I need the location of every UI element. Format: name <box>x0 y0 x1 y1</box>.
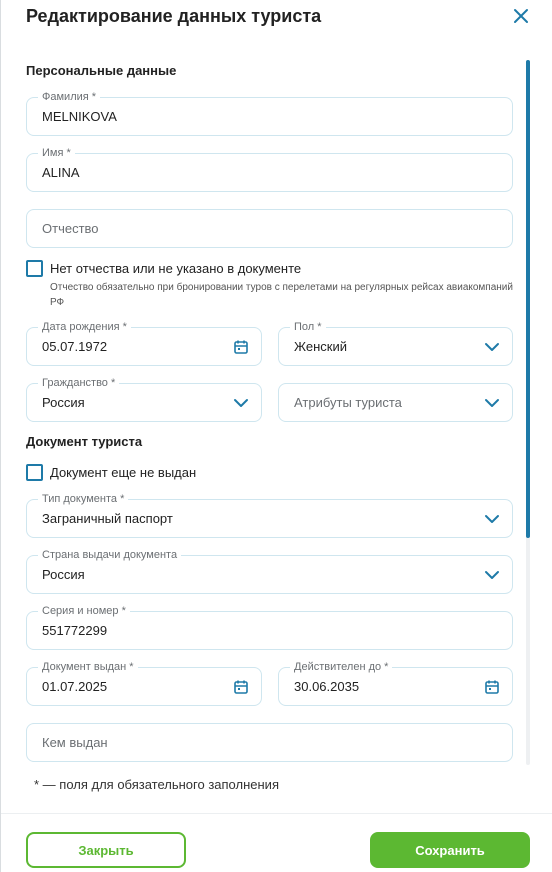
surname-value: MELNIKOVA <box>42 109 117 124</box>
issue-country-select[interactable]: Страна выдачи документа Россия <box>26 549 513 594</box>
no-patronymic-label: Нет отчества или не указано в документе <box>50 261 302 276</box>
edit-tourist-modal: Редактирование данных туриста Персональн… <box>0 0 552 872</box>
document-not-issued-label: Документ еще не выдан <box>50 465 197 480</box>
issued-date-field[interactable]: Документ выдан * 01.07.2025 <box>26 661 262 706</box>
valid-until-value: 30.06.2035 <box>294 679 360 694</box>
chevron-down-icon <box>484 511 500 527</box>
birth-date-label: Дата рождения * <box>38 321 131 333</box>
footer-divider <box>1 813 552 814</box>
tourist-attributes-placeholder: Атрибуты туриста <box>294 395 402 410</box>
surname-label: Фамилия * <box>38 91 101 103</box>
series-number-label: Серия и номер * <box>38 605 130 617</box>
citizenship-label: Гражданство * <box>38 377 120 389</box>
document-type-value: Заграничный паспорт <box>42 511 173 526</box>
valid-until-field[interactable]: Действителен до * 30.06.2035 <box>278 661 513 706</box>
calendar-icon[interactable] <box>233 339 249 355</box>
close-icon[interactable] <box>509 4 533 28</box>
chevron-down-icon <box>484 395 500 411</box>
issued-by-placeholder: Кем выдан <box>42 735 108 750</box>
patronymic-field[interactable]: Отчество <box>26 209 513 248</box>
issue-country-label: Страна выдачи документа <box>38 549 182 561</box>
series-number-field[interactable]: Серия и номер * 551772299 <box>26 605 513 650</box>
document-type-label: Тип документа * <box>38 493 129 505</box>
save-button[interactable]: Сохранить <box>370 832 530 868</box>
valid-until-label: Действителен до * <box>290 661 393 673</box>
series-number-value: 551772299 <box>42 623 108 638</box>
surname-field[interactable]: Фамилия * MELNIKOVA <box>26 91 513 136</box>
calendar-icon[interactable] <box>233 679 249 695</box>
patronymic-placeholder: Отчество <box>42 221 99 236</box>
no-patronymic-hint: Отчество обязательно при бронировании ту… <box>50 282 513 308</box>
birth-date-value: 05.07.1972 <box>42 339 108 354</box>
gender-select[interactable]: Пол * Женский <box>278 321 513 366</box>
issued-by-field[interactable]: Кем выдан <box>26 723 513 762</box>
scrollbar-thumb[interactable] <box>526 60 530 538</box>
chevron-down-icon <box>233 395 249 411</box>
chevron-down-icon <box>484 339 500 355</box>
issued-date-value: 01.07.2025 <box>42 679 108 694</box>
no-patronymic-checkbox[interactable] <box>26 260 43 277</box>
gender-value: Женский <box>294 339 347 354</box>
tourist-attributes-select[interactable]: Атрибуты туриста <box>278 383 513 422</box>
name-field[interactable]: Имя * ALINA <box>26 147 513 192</box>
document-not-issued-checkbox[interactable] <box>26 464 43 481</box>
required-fields-note: * — поля для обязательного заполнения <box>34 777 279 792</box>
section-title-personal: Персональные данные <box>26 63 177 78</box>
citizenship-select[interactable]: Гражданство * Россия <box>26 377 262 422</box>
gender-label: Пол * <box>290 321 326 333</box>
chevron-down-icon <box>484 567 500 583</box>
name-value: ALINA <box>42 165 80 180</box>
section-title-document: Документ туриста <box>26 434 143 449</box>
name-label: Имя * <box>38 147 75 159</box>
issued-date-label: Документ выдан * <box>38 661 138 673</box>
close-button[interactable]: Закрыть <box>26 832 186 868</box>
birth-date-field[interactable]: Дата рождения * 05.07.1972 <box>26 321 262 366</box>
document-type-select[interactable]: Тип документа * Заграничный паспорт <box>26 493 513 538</box>
citizenship-value: Россия <box>42 395 85 410</box>
calendar-icon[interactable] <box>484 679 500 695</box>
modal-title: Редактирование данных туриста <box>26 6 322 26</box>
issue-country-value: Россия <box>42 567 85 582</box>
